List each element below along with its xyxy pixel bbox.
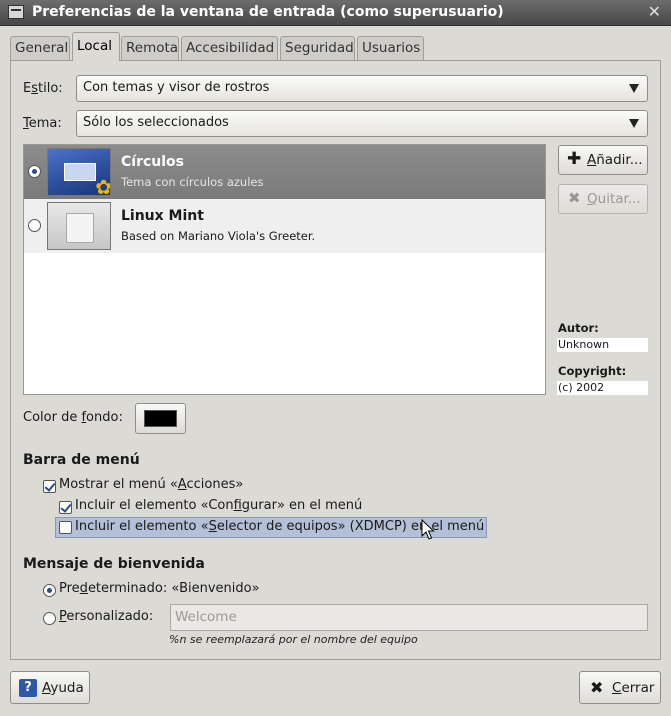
welcome-hint: %n se reemplazará por el nombre del equi… (169, 633, 418, 646)
add-theme-button[interactable]: ✚ Añadir... (558, 145, 648, 175)
default-welcome-radio[interactable] (43, 584, 56, 597)
custom-welcome-label[interactable]: Personalizado: (59, 609, 153, 624)
theme-description: Tema con círculos azules (121, 175, 264, 189)
color-swatch (144, 410, 177, 427)
dropdown-arrow-icon (629, 84, 639, 93)
window-titlebar[interactable]: Preferencias de la ventana de entrada (c… (0, 0, 671, 26)
theme-name: Linux Mint (121, 208, 204, 224)
author-label: Autor: (558, 321, 599, 335)
include-config-label[interactable]: Incluir el elemento «Configurar» en el m… (75, 498, 362, 513)
tab-seguridad[interactable]: Seguridad (280, 36, 355, 60)
help-button[interactable]: ? Ayuda (10, 671, 90, 704)
bg-color-button[interactable] (135, 403, 186, 434)
mouse-pointer-icon (421, 519, 435, 540)
style-combo-value: Con temas y visor de rostros (83, 80, 270, 95)
welcome-section-title: Mensaje de bienvenida (23, 556, 205, 572)
custom-welcome-input[interactable]: Welcome (170, 604, 648, 631)
local-tab-panel: Estilo: Con temas y visor de rostros Tem… (10, 60, 661, 660)
copyright-label: Copyright: (558, 364, 627, 378)
tab-accesibilidad[interactable]: Accesibilidad (181, 36, 278, 60)
tab-general[interactable]: General (10, 36, 70, 60)
sunflower-icon: ✿ (95, 175, 111, 196)
menubar-section-title: Barra de menú (23, 452, 140, 468)
tab-remota[interactable]: Remota (121, 36, 179, 60)
close-button[interactable]: ✖ Cerrar (579, 671, 661, 704)
theme-radio[interactable] (28, 165, 41, 178)
theme-row-circulos[interactable]: ✿ Círculos Tema con círculos azules (24, 145, 545, 199)
tab-local[interactable]: Local (72, 32, 120, 61)
theme-list[interactable]: ✿ Círculos Tema con círculos azules Linu… (23, 144, 546, 395)
default-welcome-label[interactable]: Predeterminado: «Bienvenido» (59, 581, 260, 596)
author-value: Unknown (557, 338, 648, 352)
style-combo[interactable]: Con temas y visor de rostros (76, 75, 648, 102)
theme-row-linux-mint[interactable]: Linux Mint Based on Mariano Viola's Gree… (24, 199, 545, 253)
theme-label: Tema: (23, 116, 62, 131)
theme-combo-value: Sólo los seleccionados (83, 115, 229, 130)
show-actions-label[interactable]: Mostrar el menú «Acciones» (59, 477, 243, 492)
theme-radio[interactable] (28, 219, 41, 232)
remove-theme-button[interactable]: ✖ Quitar... (558, 184, 648, 214)
bg-color-label: Color de fondo: (23, 410, 123, 425)
show-actions-checkbox[interactable] (43, 480, 56, 493)
window-title: Preferencias de la ventana de entrada (c… (32, 4, 504, 20)
include-config-checkbox[interactable] (59, 501, 72, 514)
include-xdmcp-checkbox[interactable] (59, 521, 72, 534)
tab-usuarios[interactable]: Usuarios (357, 36, 424, 60)
blue-circles-thumbnail-icon: ✿ (47, 148, 111, 196)
copyright-value: (c) 2002 (557, 381, 648, 395)
style-label: Estilo: (23, 81, 63, 96)
linux-mint-thumbnail-icon (47, 202, 111, 250)
theme-combo[interactable]: Sólo los seleccionados (76, 110, 648, 137)
plus-icon: ✚ (567, 149, 582, 169)
theme-description: Based on Mariano Viola's Greeter. (121, 229, 316, 243)
x-icon: ✖ (590, 678, 604, 697)
x-icon: ✖ (568, 189, 581, 207)
theme-name: Círculos (121, 154, 184, 170)
window-menu-icon[interactable] (8, 5, 24, 19)
dropdown-arrow-icon (629, 119, 639, 128)
close-window-icon[interactable]: ✕ (648, 2, 661, 21)
help-icon: ? (19, 679, 37, 697)
custom-welcome-radio[interactable] (43, 612, 56, 625)
